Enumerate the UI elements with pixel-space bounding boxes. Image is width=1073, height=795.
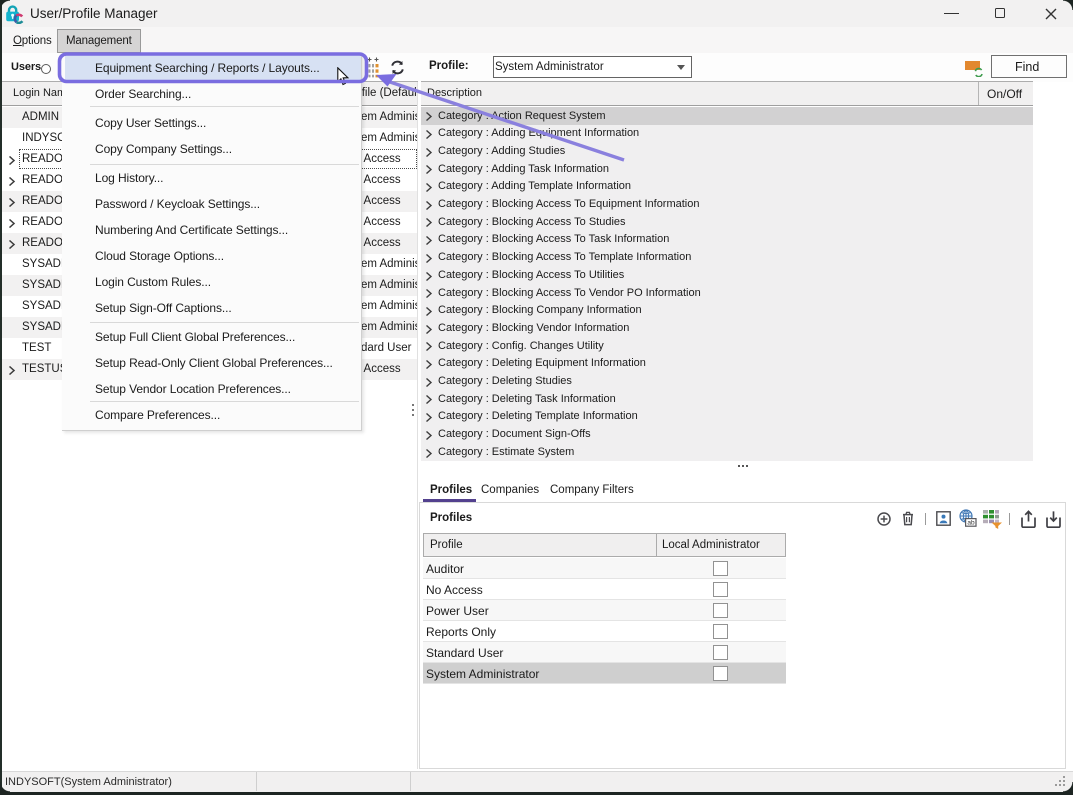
svg-text:ab: ab	[967, 520, 975, 527]
